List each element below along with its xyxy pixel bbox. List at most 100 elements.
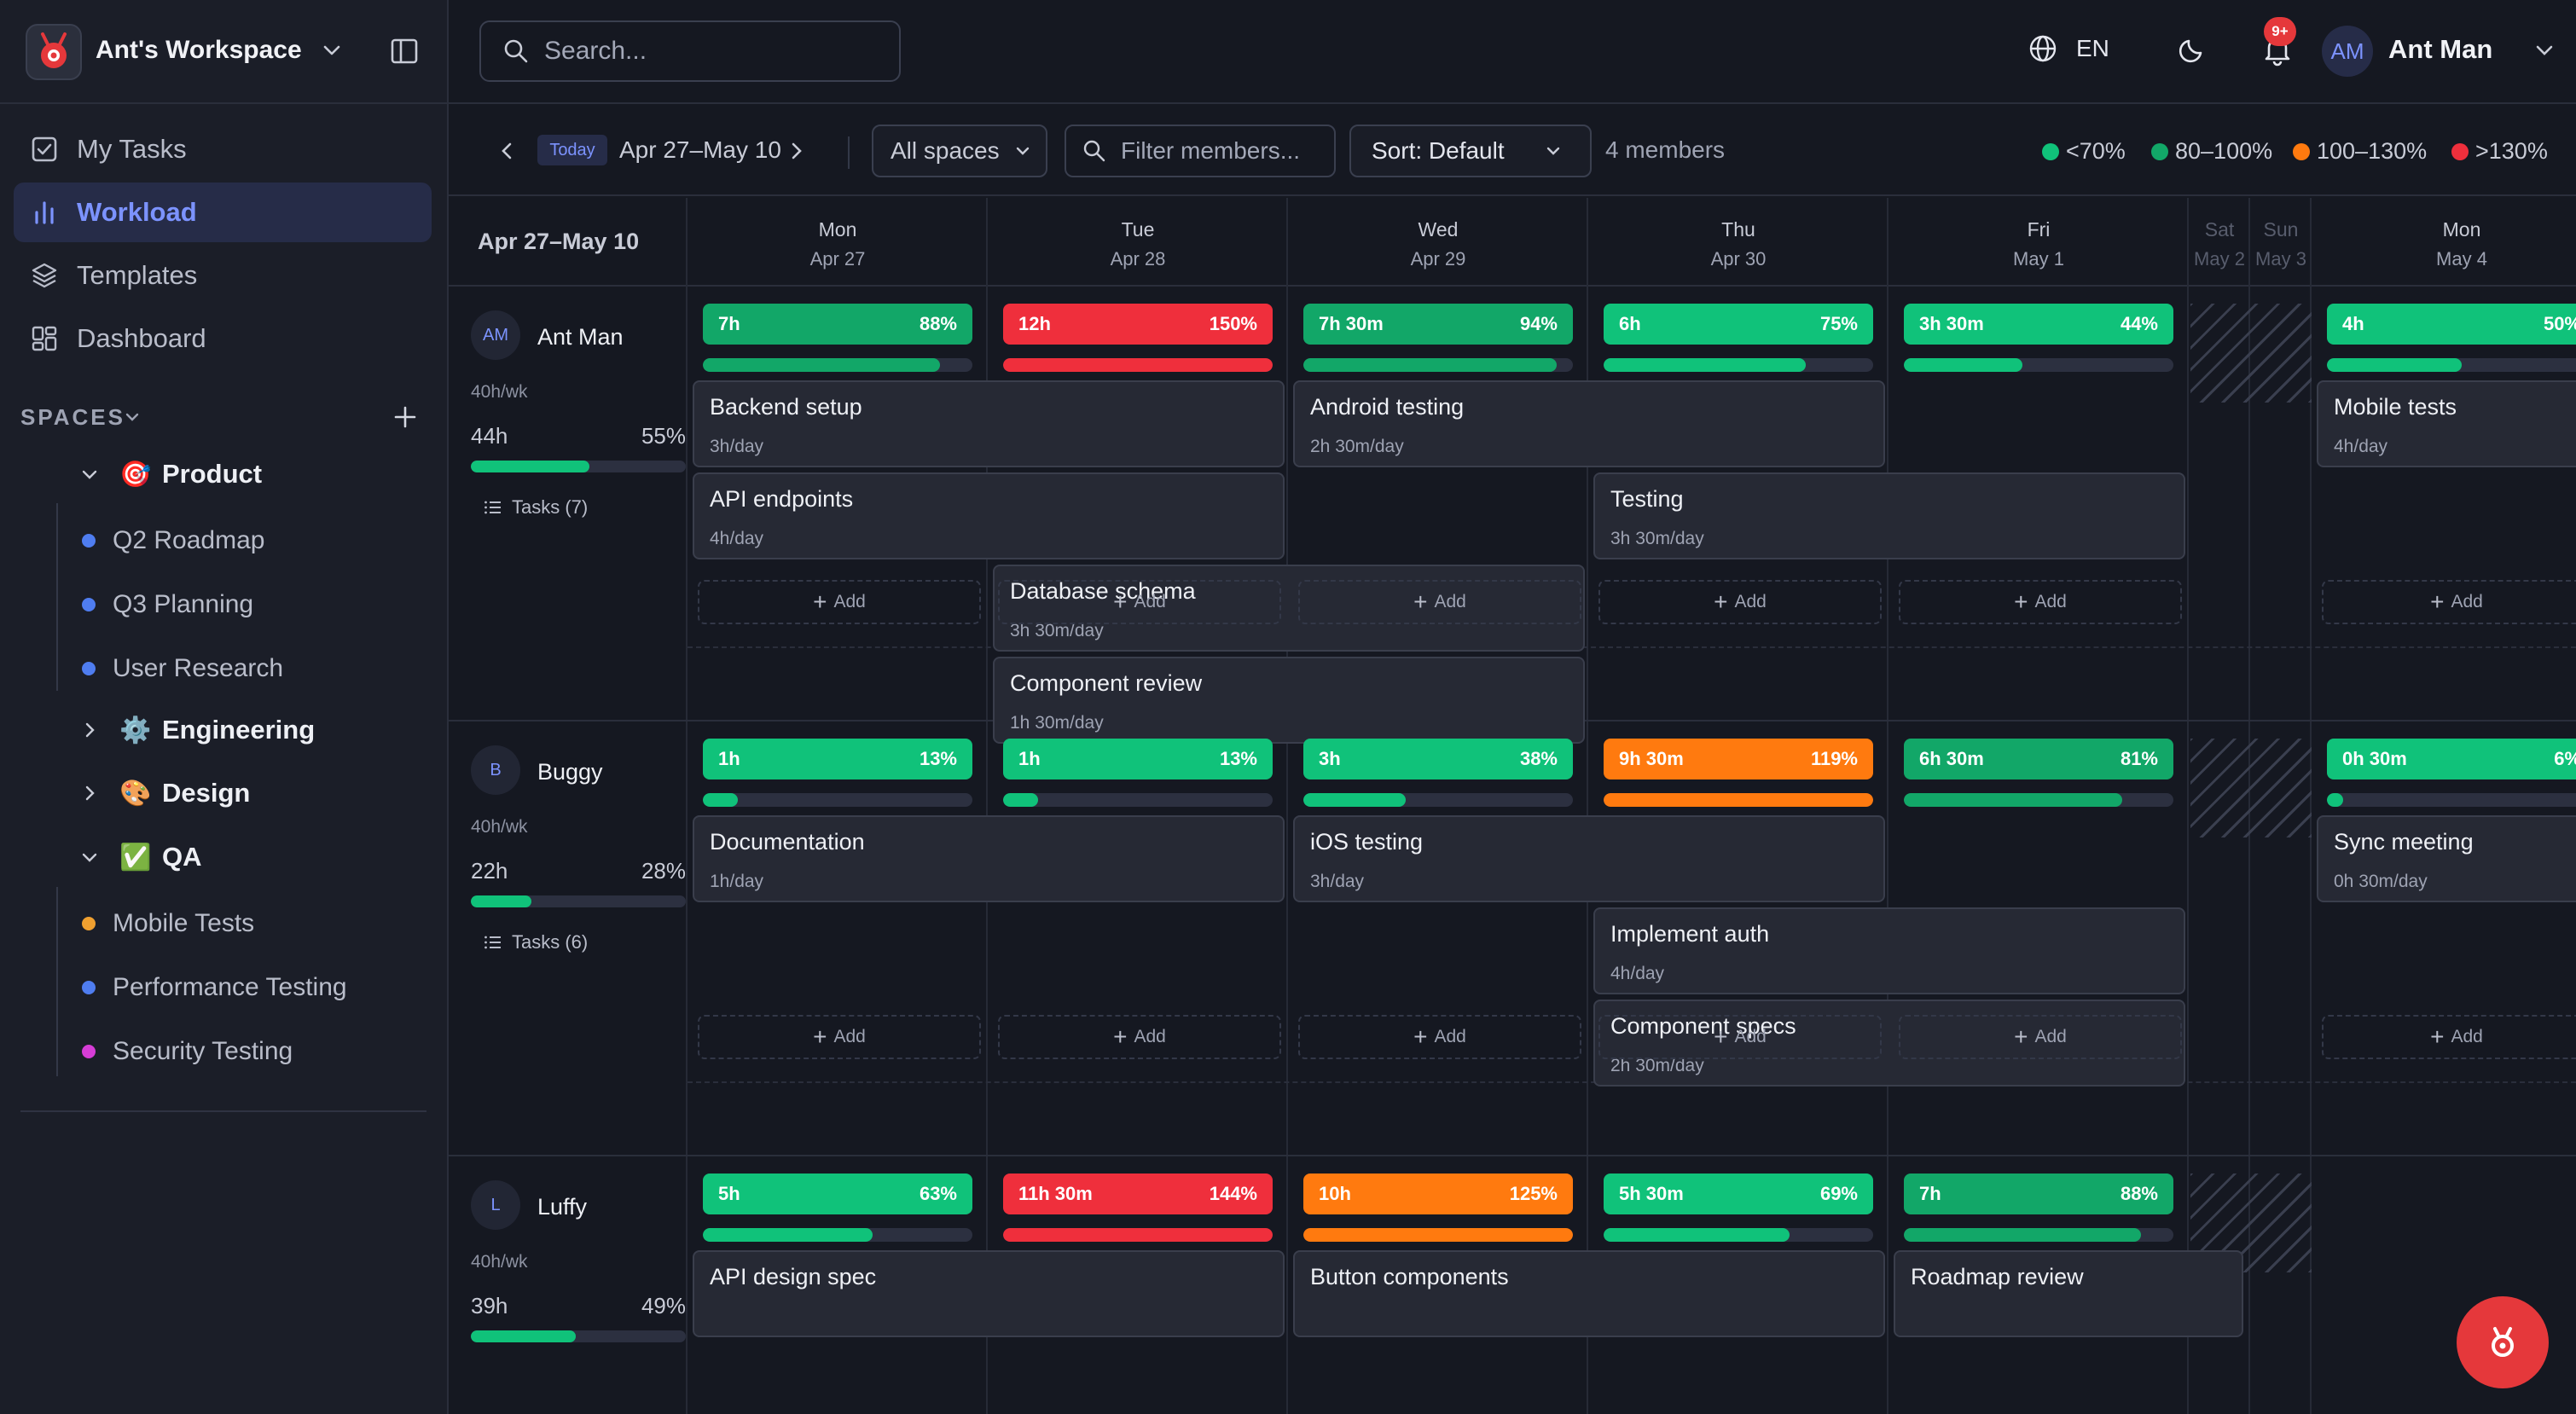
task-card[interactable]: Sync meeting 0h 30m/day [2317, 815, 2576, 902]
task-card[interactable]: Documentation 1h/day [693, 815, 1285, 902]
list-item-q3-planning[interactable]: Q3 Planning [82, 582, 253, 627]
space-engineering[interactable]: ⚙️ Engineering [78, 708, 315, 752]
day-capacity-chip[interactable]: 1h 13% [1003, 739, 1273, 779]
add-task-button[interactable]: + Add [998, 580, 1281, 624]
space-qa[interactable]: ✅ QA [78, 835, 202, 879]
add-task-button[interactable]: + Add [2322, 580, 2576, 624]
day-capacity-chip[interactable]: 11h 30m 144% [1003, 1174, 1273, 1214]
chevron-down-icon[interactable] [78, 463, 101, 485]
chevron-right-icon[interactable] [78, 782, 101, 804]
list-item-mobile-tests[interactable]: Mobile Tests [82, 901, 254, 946]
member-name[interactable]: Ant Man [537, 324, 624, 351]
day-capacity-chip[interactable]: 5h 63% [703, 1174, 972, 1214]
user-name[interactable]: Ant Man [2388, 34, 2492, 65]
member-filter[interactable]: Filter members... [1065, 125, 1336, 177]
tasks-toggle[interactable]: Tasks (7) [483, 496, 588, 519]
chevron-right-icon[interactable] [78, 719, 101, 741]
task-card[interactable]: API design spec [693, 1250, 1285, 1337]
tasks-toggle[interactable]: Tasks (6) [483, 931, 588, 953]
task-card[interactable]: Component review 1h 30m/day [993, 657, 1585, 744]
search-input[interactable] [544, 37, 868, 66]
list-label: Mobile Tests [113, 909, 255, 937]
chevron-right-icon[interactable] [783, 138, 809, 164]
add-task-button[interactable]: + Add [2322, 1015, 2576, 1059]
add-label: Add [2451, 1027, 2483, 1046]
space-product[interactable]: 🎯 Product [78, 452, 262, 496]
task-title: Backend setup [710, 394, 862, 420]
day-capacity-chip[interactable]: 7h 30m 94% [1303, 304, 1573, 345]
avatar[interactable]: B [471, 745, 520, 795]
task-card[interactable]: Android testing 2h 30m/day [1293, 380, 1885, 467]
avatar[interactable]: AM [471, 310, 520, 360]
list-item-user-research[interactable]: User Research [82, 646, 283, 691]
list-item-q2-roadmap[interactable]: Q2 Roadmap [82, 519, 264, 563]
nav-my-tasks[interactable]: My Tasks [14, 119, 432, 179]
add-task-button[interactable]: + Add [1598, 1015, 1882, 1059]
day-name: Sat [2204, 218, 2235, 240]
avatar[interactable]: AM [2322, 26, 2373, 77]
add-task-button[interactable]: + Add [698, 1015, 981, 1059]
capacity-percent: 75% [1819, 313, 1858, 334]
chevron-down-icon[interactable] [78, 846, 101, 868]
member-name[interactable]: Luffy [537, 1194, 587, 1220]
member-name[interactable]: Buggy [537, 759, 603, 785]
nav-dashboard[interactable]: Dashboard [14, 309, 432, 368]
moon-icon[interactable] [2177, 34, 2208, 65]
add-space-icon[interactable] [391, 403, 420, 432]
day-capacity-chip[interactable]: 12h 150% [1003, 304, 1273, 345]
help-fab-button[interactable] [2457, 1296, 2549, 1388]
language-switcher[interactable]: EN [2027, 32, 2109, 65]
day-capacity-chip[interactable]: 7h 88% [1904, 1174, 2173, 1214]
spaces-filter-dropdown[interactable]: All spaces [872, 125, 1047, 177]
plus-icon: + [2014, 1023, 2028, 1050]
avatar[interactable]: L [471, 1180, 520, 1230]
list-item-performance-testing[interactable]: Performance Testing [82, 965, 347, 1010]
task-card[interactable]: iOS testing 3h/day [1293, 815, 1885, 902]
sidebar-toggle-icon[interactable] [389, 36, 420, 67]
add-task-button[interactable]: + Add [1899, 1015, 2182, 1059]
add-task-button[interactable]: + Add [1598, 580, 1882, 624]
list-item-security-testing[interactable]: Security Testing [82, 1029, 293, 1074]
member-capacity: 40h/wk [471, 382, 528, 402]
add-task-button[interactable]: + Add [698, 580, 981, 624]
chevron-left-icon[interactable] [495, 138, 520, 164]
spaces-heading[interactable]: SPACES [20, 404, 125, 431]
task-card[interactable]: Backend setup 3h/day [693, 380, 1285, 467]
add-task-button[interactable]: + Add [998, 1015, 1281, 1059]
legend-label: 80–100% [2175, 138, 2273, 164]
day-capacity-chip[interactable]: 5h 30m 69% [1604, 1174, 1873, 1214]
day-capacity-chip[interactable]: 7h 88% [703, 304, 972, 345]
add-task-button[interactable]: + Add [1298, 580, 1581, 624]
chevron-down-icon[interactable] [2532, 38, 2557, 63]
search-box[interactable] [479, 20, 901, 82]
day-capacity-chip[interactable]: 0h 30m 6% [2327, 739, 2576, 779]
spaces-filter-label: All spaces [891, 137, 1000, 164]
member-filter-input[interactable]: Filter members... [1121, 137, 1300, 165]
day-capacity-chip[interactable]: 10h 125% [1303, 1174, 1573, 1214]
sort-dropdown[interactable]: Sort: Default [1349, 125, 1592, 177]
space-label: Design [162, 778, 251, 808]
today-button[interactable]: Today [537, 135, 607, 165]
task-card[interactable]: Testing 3h 30m/day [1593, 472, 2185, 559]
day-capacity-chip[interactable]: 4h 50% [2327, 304, 2576, 345]
chevron-down-icon[interactable] [123, 408, 142, 426]
day-capacity-chip[interactable]: 9h 30m 119% [1604, 739, 1873, 779]
add-task-button[interactable]: + Add [1298, 1015, 1581, 1059]
day-capacity-chip[interactable]: 3h 38% [1303, 739, 1573, 779]
day-capacity-chip[interactable]: 6h 30m 81% [1904, 739, 2173, 779]
task-card[interactable]: API endpoints 4h/day [693, 472, 1285, 559]
day-capacity-chip[interactable]: 3h 30m 44% [1904, 304, 2173, 345]
app-logo[interactable] [26, 24, 82, 80]
space-design[interactable]: 🎨 Design [78, 771, 250, 815]
day-capacity-chip[interactable]: 1h 13% [703, 739, 972, 779]
task-card[interactable]: Roadmap review [1894, 1250, 2243, 1337]
day-capacity-chip[interactable]: 6h 75% [1604, 304, 1873, 345]
add-task-button[interactable]: + Add [1899, 580, 2182, 624]
nav-templates[interactable]: Templates [14, 246, 432, 305]
nav-workload[interactable]: Workload [14, 183, 432, 242]
task-card[interactable]: Mobile tests 4h/day [2317, 380, 2576, 467]
task-card[interactable]: Button components [1293, 1250, 1885, 1337]
task-card[interactable]: Implement auth 4h/day [1593, 907, 2185, 994]
workspace-name[interactable]: Ant's Workspace [96, 36, 302, 65]
chevron-down-icon[interactable] [319, 38, 345, 63]
